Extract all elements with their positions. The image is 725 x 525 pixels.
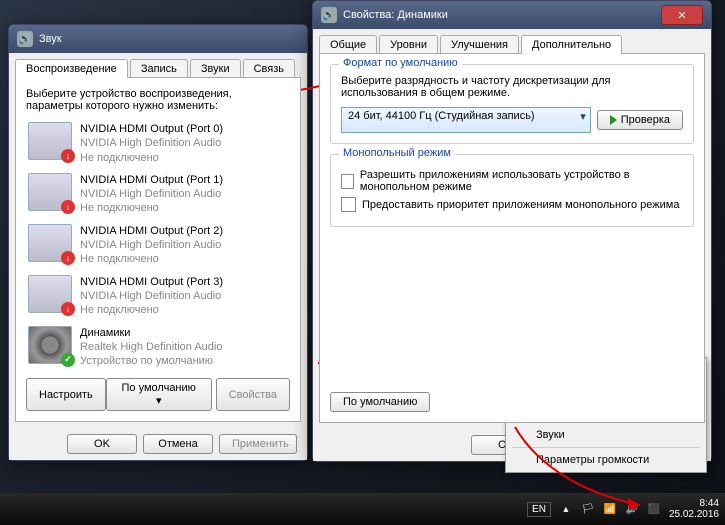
format-combo[interactable]: 24 бит, 44100 Гц (Студийная запись) xyxy=(341,107,591,133)
tab-levels[interactable]: Уровни xyxy=(379,35,438,54)
playback-pane: Выберите устройство воспроизведения, пар… xyxy=(15,77,301,422)
checkbox-priority-exclusive[interactable]: Предоставить приоритет приложениям моноп… xyxy=(341,197,683,212)
clock[interactable]: 8:44 25.02.2016 xyxy=(669,498,719,520)
device-item[interactable]: ✓ ДинамикиRealtek High Definition AudioУс… xyxy=(26,322,290,373)
window-title: Свойства: Динамики xyxy=(343,9,661,21)
properties-button[interactable]: Свойства xyxy=(216,378,290,411)
checkbox-icon xyxy=(341,174,354,189)
checkbox-allow-exclusive[interactable]: Разрешить приложениям использовать устро… xyxy=(341,169,683,193)
tab-advanced[interactable]: Дополнительно xyxy=(521,35,622,54)
action-center-icon[interactable]: 🏳 xyxy=(581,502,595,516)
volume-icon[interactable]: 🔊 xyxy=(625,502,639,516)
monitor-device-icon: ↓ xyxy=(28,275,72,313)
error-badge-icon: ↓ xyxy=(61,200,75,214)
titlebar[interactable]: 🔊 Звук xyxy=(9,25,307,53)
device-list[interactable]: ↓NVIDIA HDMI Output (Port 0)NVIDIA High … xyxy=(26,118,290,372)
monitor-device-icon: ↓ xyxy=(28,122,72,160)
device-name: Динамики xyxy=(80,326,222,340)
network-icon[interactable]: 📶 xyxy=(603,502,617,516)
speaker-icon: 🔈 xyxy=(321,7,337,23)
device-status: Не подключено xyxy=(80,151,223,165)
exclusive-group: Монопольный режим Разрешить приложениям … xyxy=(330,154,694,227)
test-button[interactable]: Проверка xyxy=(597,110,683,130)
device-driver: NVIDIA High Definition Audio xyxy=(80,136,223,150)
group-label: Формат по умолчанию xyxy=(339,57,462,69)
monitor-device-icon: ↓ xyxy=(28,173,72,211)
tab-playback[interactable]: Воспроизведение xyxy=(15,59,128,78)
tab-record[interactable]: Запись xyxy=(130,59,188,78)
device-status: Не подключено xyxy=(80,201,223,215)
tab-sounds[interactable]: Звуки xyxy=(190,59,241,78)
menu-item[interactable]: Звуки xyxy=(508,425,704,445)
language-indicator[interactable]: EN xyxy=(527,502,551,517)
tab-bar: Воспроизведение Запись Звуки Связь xyxy=(15,59,301,78)
checkbox-icon xyxy=(341,197,356,212)
device-item[interactable]: ↓ NVIDIA HDMI Output (Port 3)NVIDIA High … xyxy=(26,271,290,322)
device-driver: NVIDIA High Definition Audio xyxy=(80,187,223,201)
tab-enhance[interactable]: Улучшения xyxy=(440,35,519,54)
tab-bar: Общие Уровни Улучшения Дополнительно xyxy=(319,35,705,54)
titlebar[interactable]: 🔈 Свойства: Динамики ✕ xyxy=(313,1,711,29)
device-name: NVIDIA HDMI Output (Port 1) xyxy=(80,173,223,187)
properties-window: 🔈 Свойства: Динамики ✕ Общие Уровни Улуч… xyxy=(312,0,712,462)
close-button[interactable]: ✕ xyxy=(661,5,703,25)
device-status: Не подключено xyxy=(80,252,223,266)
play-icon xyxy=(610,115,617,125)
device-name: NVIDIA HDMI Output (Port 3) xyxy=(80,275,223,289)
default-badge-icon: ✓ xyxy=(61,353,75,367)
hint-text: Выберите устройство воспроизведения, пар… xyxy=(26,88,290,112)
monitor-device-icon: ↓ xyxy=(28,224,72,262)
window-title: Звук xyxy=(39,33,299,45)
advanced-pane: Формат по умолчанию Выберите разрядность… xyxy=(319,53,705,423)
sound-icon: 🔊 xyxy=(17,31,33,47)
tray-chevron-icon[interactable]: ▴ xyxy=(559,502,573,516)
group-label: Монопольный режим xyxy=(339,147,455,159)
error-badge-icon: ↓ xyxy=(61,302,75,316)
device-driver: NVIDIA High Definition Audio xyxy=(80,238,223,252)
speaker-device-icon: ✓ xyxy=(28,326,72,364)
tab-general[interactable]: Общие xyxy=(319,35,377,54)
tray-app-icon[interactable]: ⬛ xyxy=(647,502,661,516)
device-driver: NVIDIA High Definition Audio xyxy=(80,289,223,303)
device-name: NVIDIA HDMI Output (Port 2) xyxy=(80,224,223,238)
error-badge-icon: ↓ xyxy=(61,149,75,163)
cancel-button[interactable]: Отмена xyxy=(143,434,213,454)
device-name: NVIDIA HDMI Output (Port 0) xyxy=(80,122,223,136)
device-item[interactable]: ↓ NVIDIA HDMI Output (Port 1)NVIDIA High … xyxy=(26,169,290,220)
set-default-button[interactable]: По умолчанию ▾ xyxy=(106,378,212,411)
device-item[interactable]: ↓ NVIDIA HDMI Output (Port 2)NVIDIA High … xyxy=(26,220,290,271)
taskbar: EN ▴ 🏳 📶 🔊 ⬛ 8:44 25.02.2016 xyxy=(0,493,725,525)
ok-button[interactable]: OK xyxy=(67,434,137,454)
restore-defaults-button[interactable]: По умолчанию xyxy=(330,392,430,412)
error-badge-icon: ↓ xyxy=(61,251,75,265)
device-item[interactable]: ↓ NVIDIA HDMI Output (Port 0)NVIDIA High … xyxy=(26,118,290,169)
device-status: Устройство по умолчанию xyxy=(80,354,222,368)
device-driver: Realtek High Definition Audio xyxy=(80,340,222,354)
sound-window: 🔊 Звук Воспроизведение Запись Звуки Связ… xyxy=(8,24,308,461)
device-status: Не подключено xyxy=(80,303,223,317)
tab-comm[interactable]: Связь xyxy=(243,59,295,78)
configure-button[interactable]: Настроить xyxy=(26,378,106,411)
format-hint: Выберите разрядность и частоту дискретиз… xyxy=(341,75,683,99)
format-group: Формат по умолчанию Выберите разрядность… xyxy=(330,64,694,144)
apply-button[interactable]: Применить xyxy=(219,434,297,454)
menu-item[interactable]: Параметры громкости xyxy=(508,450,704,470)
system-tray: EN ▴ 🏳 📶 🔊 ⬛ 8:44 25.02.2016 xyxy=(527,498,719,520)
